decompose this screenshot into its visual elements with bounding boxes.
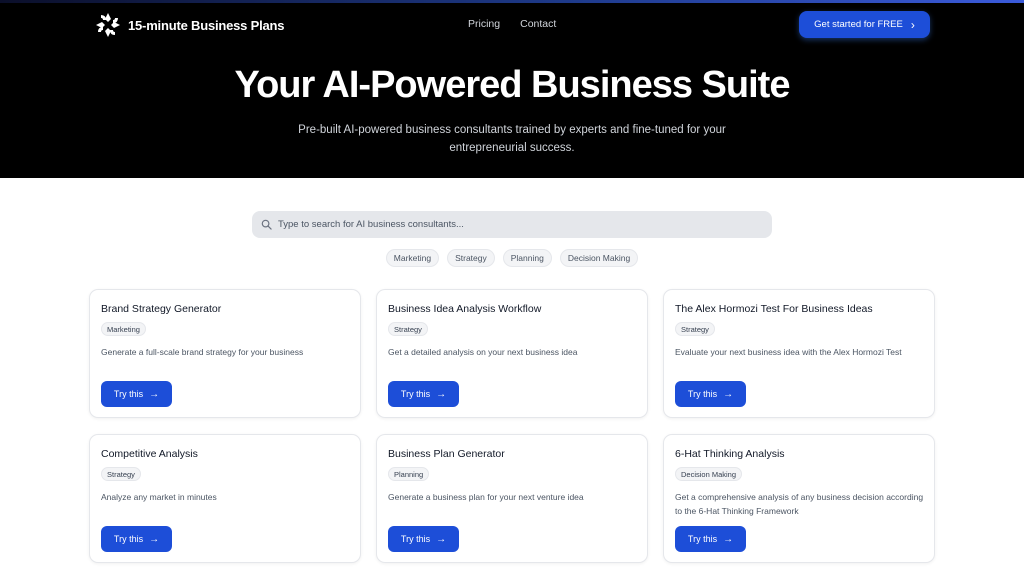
try-this-button[interactable]: Try this → — [675, 526, 746, 552]
card-tag: Strategy — [101, 467, 141, 481]
search-input[interactable] — [278, 219, 748, 230]
card-title: Brand Strategy Generator — [101, 303, 222, 315]
arrow-right-icon: → — [723, 388, 734, 400]
arrow-right-icon: → — [436, 388, 447, 400]
try-this-button[interactable]: Try this → — [101, 526, 172, 552]
filter-chip-decision-making[interactable]: Decision Making — [559, 249, 639, 267]
swirl-diamond-logo-icon — [96, 13, 120, 37]
try-this-label: Try this — [113, 389, 144, 399]
try-this-button[interactable]: Try this → — [388, 526, 459, 552]
card-title: Competitive Analysis — [101, 448, 198, 460]
card-description: Generate a full-scale brand strategy for… — [101, 347, 304, 357]
consultant-card: Brand Strategy Generator Marketing Gener… — [89, 289, 361, 418]
card-title: Business Plan Generator — [388, 448, 505, 460]
category-filters: Marketing Strategy Planning Decision Mak… — [0, 249, 1024, 267]
search-icon — [261, 219, 272, 230]
consultant-card: Competitive Analysis Strategy Analyze an… — [89, 434, 361, 563]
try-this-label: Try this — [687, 534, 718, 544]
card-title: Business Idea Analysis Workflow — [388, 303, 542, 315]
card-title: The Alex Hormozi Test For Business Ideas — [675, 303, 873, 315]
arrow-right-icon: → — [723, 533, 734, 545]
filter-chip-strategy[interactable]: Strategy — [447, 249, 495, 267]
brand-name: 15-minute Business Plans — [128, 17, 285, 33]
hero-section: 15-minute Business Plans Pricing Contact… — [0, 0, 1024, 178]
arrow-right-icon: → — [149, 533, 160, 545]
card-tag: Planning — [388, 467, 430, 481]
consultant-card: The Alex Hormozi Test For Business Ideas… — [663, 289, 935, 418]
try-this-label: Try this — [400, 389, 431, 399]
try-this-button[interactable]: Try this → — [675, 381, 746, 407]
logo[interactable]: 15-minute Business Plans — [94, 11, 285, 39]
card-tag: Marketing — [101, 322, 146, 336]
card-description: Generate a business plan for your next v… — [388, 492, 584, 502]
get-started-button[interactable]: Get started for FREE › — [799, 11, 930, 38]
card-description: Evaluate your next business idea with th… — [675, 347, 902, 357]
filter-chip-planning[interactable]: Planning — [502, 249, 552, 267]
try-this-button[interactable]: Try this → — [101, 381, 172, 407]
card-description: Get a comprehensive analysis of any busi… — [675, 492, 924, 516]
arrow-right-icon: → — [149, 388, 160, 400]
page-title: Your AI-Powered Business Suite — [234, 64, 791, 106]
search-bar[interactable] — [252, 211, 772, 238]
chevron-right-icon: › — [910, 17, 915, 32]
card-tag: Decision Making — [675, 467, 743, 481]
nav-item-pricing[interactable]: Pricing — [468, 18, 500, 30]
consultant-card: Business Idea Analysis Workflow Strategy… — [376, 289, 648, 418]
arrow-right-icon: → — [436, 533, 447, 545]
consultant-card: Business Plan Generator Planning Generat… — [376, 434, 648, 563]
nav-item-contact[interactable]: Contact — [520, 18, 556, 30]
hero-subtitle: Pre-built AI-powered business consultant… — [298, 124, 726, 154]
get-started-label: Get started for FREE — [814, 19, 903, 30]
card-title: 6-Hat Thinking Analysis — [675, 448, 785, 460]
card-tag: Strategy — [675, 322, 715, 336]
try-this-button[interactable]: Try this → — [388, 381, 459, 407]
card-tag: Strategy — [388, 322, 428, 336]
card-description: Get a detailed analysis on your next bus… — [388, 347, 578, 357]
try-this-label: Try this — [113, 534, 144, 544]
try-this-label: Try this — [687, 389, 718, 399]
consultant-card: 6-Hat Thinking Analysis Decision Making … — [663, 434, 935, 563]
try-this-label: Try this — [400, 534, 431, 544]
top-nav: Pricing Contact — [468, 18, 556, 30]
filter-chip-marketing[interactable]: Marketing — [385, 249, 440, 267]
card-description: Analyze any market in minutes — [101, 492, 217, 502]
top-accent-line — [0, 0, 1024, 3]
